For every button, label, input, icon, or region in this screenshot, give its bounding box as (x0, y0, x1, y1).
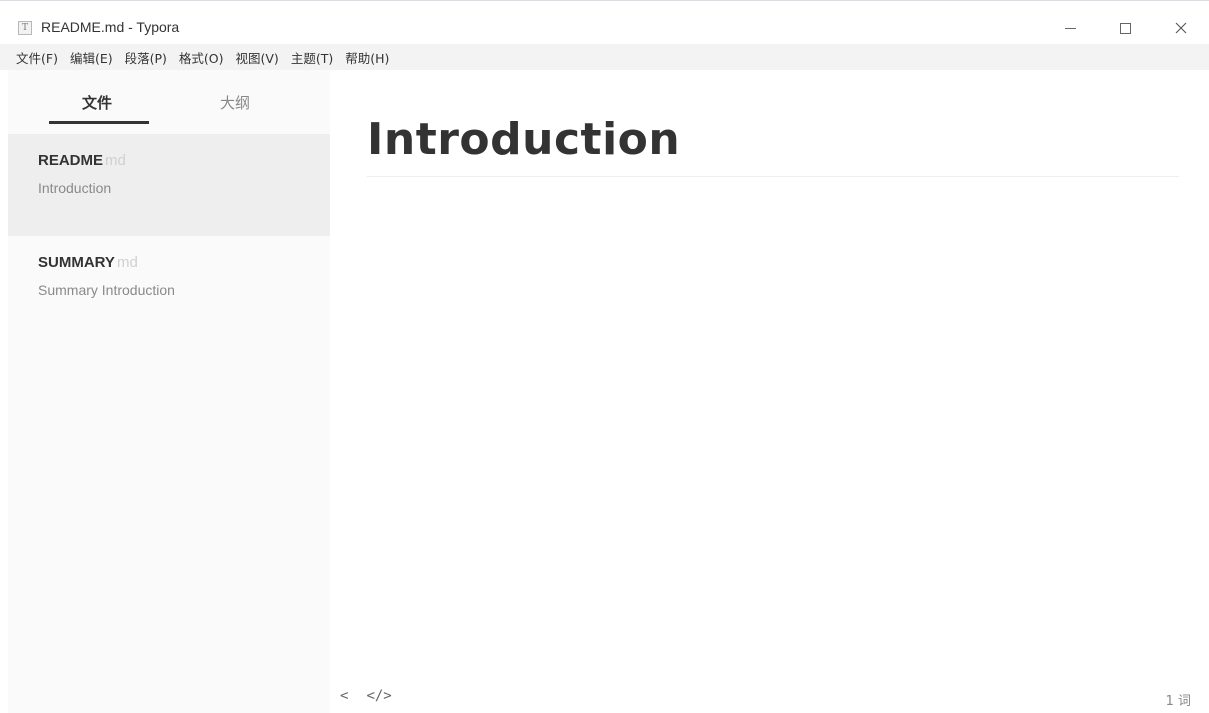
active-tab-indicator (49, 121, 149, 124)
file-extension: md (105, 152, 126, 169)
file-name: README (38, 152, 104, 169)
menu-edit[interactable]: 编辑(E) (70, 48, 113, 67)
file-name: SUMMARY (38, 254, 115, 271)
title-bar: T README.md - Typora (0, 0, 1209, 44)
menu-bar: 文件(F) 编辑(E) 段落(P) 格式(O) 视图(V) 主题(T) 帮助(H… (0, 44, 1209, 70)
heading-divider (367, 176, 1179, 177)
menu-help[interactable]: 帮助(H) (345, 48, 389, 67)
status-bar-left: < </> (340, 688, 392, 704)
minimize-icon (1064, 27, 1076, 29)
file-name-row: README md (38, 152, 126, 169)
close-icon (1175, 22, 1187, 34)
tab-files[interactable]: 文件 (82, 92, 112, 113)
source-code-mode-icon[interactable]: </> (366, 688, 391, 704)
maximize-icon (1119, 22, 1131, 34)
file-description: Introduction (38, 180, 112, 196)
maximize-button[interactable] (1102, 13, 1148, 43)
minimize-button[interactable] (1047, 13, 1093, 43)
close-button[interactable] (1158, 13, 1204, 43)
document-heading[interactable]: Introduction (367, 114, 680, 165)
sidebar: 文件 大纲 README md Introduction SUMMARY md Su… (8, 70, 330, 713)
tab-outline[interactable]: 大纲 (220, 92, 250, 113)
word-count[interactable]: 1 词 (1166, 690, 1191, 709)
file-item-readme[interactable]: README md Introduction (8, 134, 330, 236)
file-extension: md (116, 254, 138, 271)
menu-theme[interactable]: 主题(T) (291, 48, 333, 67)
menu-file[interactable]: 文件(F) (16, 48, 58, 67)
file-description: Summary Introduction (38, 282, 175, 298)
menu-view[interactable]: 视图(V) (236, 48, 279, 67)
toggle-sidebar-icon[interactable]: < (340, 688, 348, 704)
typora-app-icon: T (18, 21, 32, 35)
file-item-summary[interactable]: SUMMARY md Summary Introduction (8, 236, 330, 338)
sidebar-tabs: 文件 大纲 (8, 70, 330, 134)
file-name-row: SUMMARY md (38, 254, 138, 271)
window-title: README.md - Typora (41, 19, 180, 35)
menu-format[interactable]: 格式(O) (179, 48, 224, 67)
editor-area[interactable]: Introduction < </> 1 词 (330, 70, 1209, 713)
menu-paragraph[interactable]: 段落(P) (125, 48, 167, 67)
